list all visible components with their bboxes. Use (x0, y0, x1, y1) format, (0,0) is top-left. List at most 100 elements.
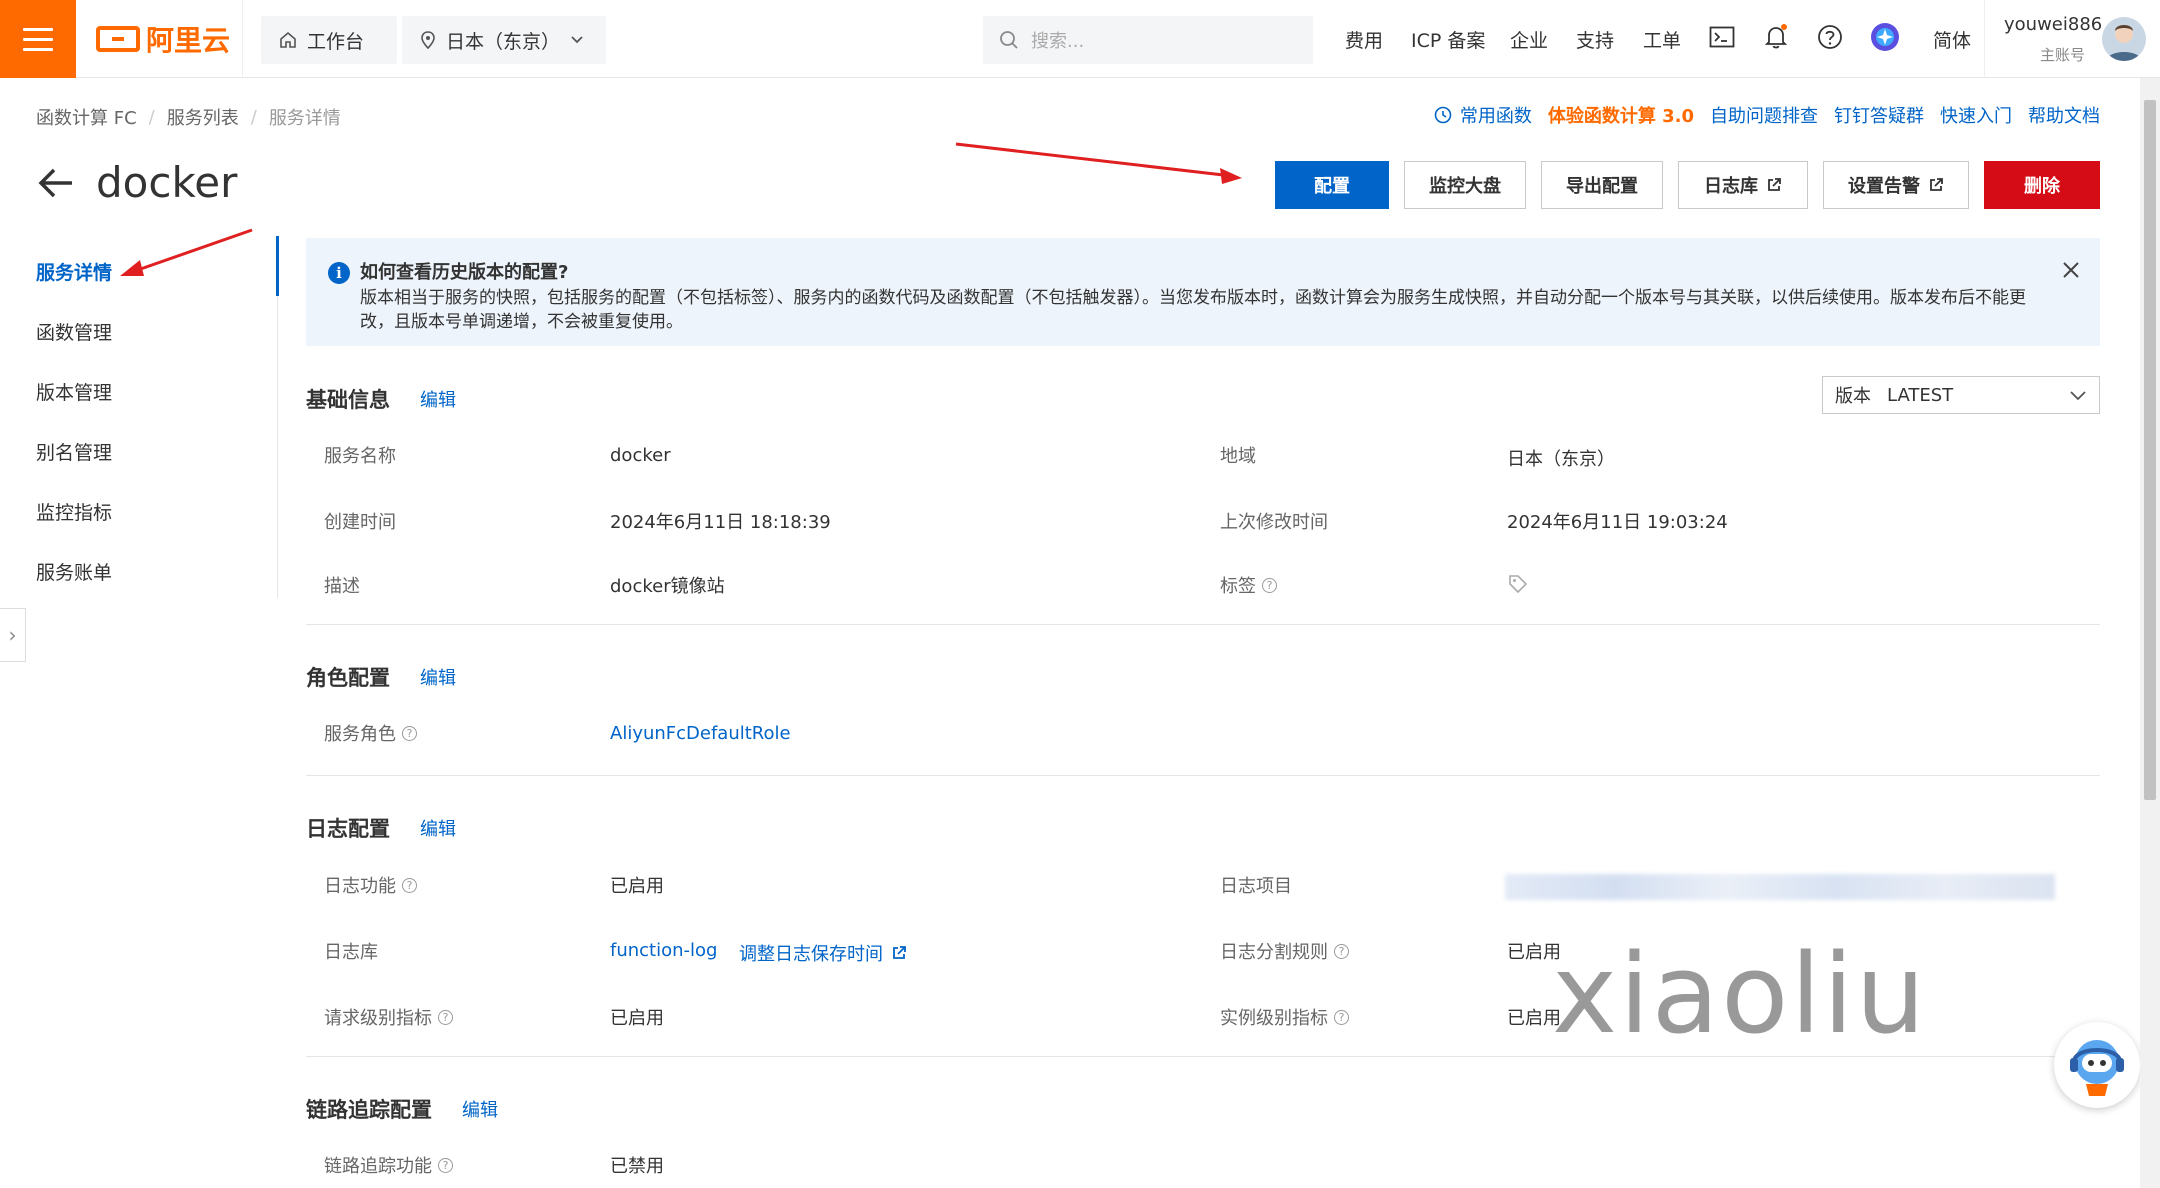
nav-link-icp[interactable]: ICP 备案 (1411, 26, 1485, 53)
ai-assistant-icon[interactable] (1870, 22, 1900, 52)
adjust-log-retention-link[interactable]: 调整日志保存时间 (739, 940, 907, 966)
breadcrumb-separator: / (250, 106, 257, 128)
external-link-icon (1930, 178, 1943, 191)
common-functions-link[interactable]: 常用函数 (1434, 102, 1532, 128)
help-tooltip-icon[interactable]: ? (402, 725, 417, 741)
watermark-text: xiaoliu (1552, 930, 1928, 1058)
service-role-link[interactable]: AliyunFcDefaultRole (610, 723, 791, 744)
log-project-value-redacted (1505, 874, 2055, 900)
logstore-link[interactable]: function-log (610, 940, 717, 961)
back-arrow-icon[interactable] (36, 166, 76, 207)
nav-link-enterprise[interactable]: 企业 (1510, 26, 1548, 53)
help-tooltip-icon[interactable]: ? (1334, 1009, 1349, 1025)
quick-links: 常用函数 体验函数计算 3.0 自助问题排查 钉钉答疑群 快速入门 帮助文档 (1434, 102, 2100, 128)
sidebar-item-function-management[interactable]: 函数管理 (36, 318, 112, 345)
help-tooltip-icon[interactable]: ? (1334, 943, 1349, 959)
trace-feature-value: 已禁用 (610, 1156, 664, 1177)
active-indicator (276, 236, 279, 296)
config-button-label: 配置 (1314, 176, 1350, 197)
account-type: 主账号 (2040, 46, 2086, 64)
edit-basic-info-link[interactable]: 编辑 (420, 386, 456, 412)
scrollbar-thumb[interactable] (2144, 100, 2156, 800)
breadcrumb-separator: / (148, 106, 155, 128)
hamburger-menu-icon[interactable] (0, 0, 76, 78)
monitor-dashboard-button[interactable]: 监控大盘 (1404, 161, 1526, 209)
try-fc3-link[interactable]: 体验函数计算 3.0 (1548, 102, 1694, 128)
breadcrumb-fc[interactable]: 函数计算 FC (36, 104, 137, 130)
sidebar-collapse-toggle[interactable]: › (0, 608, 26, 662)
delete-button-label: 删除 (2024, 176, 2060, 197)
created-time-value: 2024年6月11日 18:18:39 (610, 512, 831, 533)
instance-metrics-label-text: 实例级别指标 (1220, 1008, 1328, 1029)
annotation-arrow-icon (955, 142, 1242, 184)
nav-link-support[interactable]: 支持 (1576, 26, 1614, 53)
breadcrumb-service-list[interactable]: 服务列表 (167, 104, 239, 130)
created-time-label: 创建时间 (324, 512, 396, 533)
sidebar-item-alias-management[interactable]: 别名管理 (36, 438, 112, 465)
alert-body: 版本相当于服务的快照，包括服务的配置（不包括标签）、服务内的函数代码及函数配置（… (360, 288, 2026, 332)
help-circle-icon[interactable] (1815, 22, 1845, 52)
user-name[interactable]: youwei886 (2004, 14, 2102, 35)
self-check-link[interactable]: 自助问题排查 (1710, 102, 1818, 128)
service-role-label-text: 服务角色 (324, 724, 396, 745)
delete-button[interactable]: 删除 (1984, 161, 2100, 209)
help-docs-link[interactable]: 帮助文档 (2028, 102, 2100, 128)
logstore-button-label: 日志库 (1704, 176, 1758, 197)
dingtalk-group-link[interactable]: 钉钉答疑群 (1834, 102, 1924, 128)
workbench-label: 工作台 (307, 30, 365, 53)
service-name-value: docker (610, 445, 671, 466)
home-icon (280, 31, 296, 48)
nav-link-billing[interactable]: 费用 (1345, 26, 1383, 53)
export-config-button[interactable]: 导出配置 (1541, 161, 1663, 209)
aliyun-logo-icon (96, 26, 140, 52)
info-icon: i (328, 262, 350, 284)
aliyun-logo[interactable]: 阿里云 (96, 22, 231, 57)
help-tooltip-icon[interactable]: ? (438, 1009, 453, 1025)
service-role-label: 服务角色 ? (324, 720, 417, 746)
workbench-button[interactable]: 工作台 (261, 16, 397, 64)
config-button[interactable]: 配置 (1275, 161, 1389, 209)
page-scrollbar[interactable] (2140, 78, 2160, 1188)
nav-link-ticket[interactable]: 工单 (1643, 26, 1681, 53)
log-feature-label-text: 日志功能 (324, 876, 396, 897)
logstore-label: 日志库 (324, 942, 378, 963)
support-assistant-icon[interactable] (2054, 1022, 2140, 1108)
language-switch[interactable]: 简体 (1933, 26, 1971, 53)
tag-icon[interactable] (1508, 574, 1528, 599)
sidebar-item-service-billing[interactable]: 服务账单 (36, 558, 112, 585)
avatar[interactable] (2102, 17, 2146, 61)
help-tooltip-icon[interactable]: ? (402, 877, 417, 893)
alarm-button-label: 设置告警 (1848, 176, 1920, 197)
help-tooltip-icon[interactable]: ? (1262, 577, 1277, 593)
search-placeholder: 搜索... (1031, 31, 1085, 52)
brand-name: 阿里云 (146, 24, 231, 57)
edit-trace-config-link[interactable]: 编辑 (462, 1096, 498, 1122)
close-icon[interactable] (2062, 256, 2080, 286)
log-split-rule-label: 日志分割规则 ? (1220, 938, 1349, 964)
alert-title: 如何查看历史版本的配置? (360, 262, 569, 283)
section-title-basic-info: 基础信息 (306, 388, 390, 412)
region-selector[interactable]: 日本（东京） (402, 16, 606, 64)
instance-metrics-label: 实例级别指标 ? (1220, 1004, 1349, 1030)
version-select[interactable]: 版本 LATEST (1822, 376, 2100, 414)
divider (242, 0, 243, 78)
bell-icon[interactable] (1761, 22, 1791, 52)
external-link-icon (1768, 178, 1781, 191)
search-input[interactable]: 搜索... (983, 16, 1313, 64)
edit-log-config-link[interactable]: 编辑 (420, 815, 456, 841)
sidebar-item-version-management[interactable]: 版本管理 (36, 378, 112, 405)
tags-label-text: 标签 (1220, 576, 1256, 597)
breadcrumb-service-detail: 服务详情 (268, 108, 341, 129)
logstore-button[interactable]: 日志库 (1678, 161, 1808, 209)
common-functions-label: 常用函数 (1459, 106, 1532, 127)
sidebar-item-service-detail[interactable]: 服务详情 (36, 258, 112, 285)
set-alarm-button[interactable]: 设置告警 (1823, 161, 1969, 209)
help-tooltip-icon[interactable]: ? (438, 1157, 453, 1173)
region-label: 日本（东京） (446, 30, 561, 53)
section-divider (306, 775, 2100, 776)
trace-feature-label-text: 链路追踪功能 (324, 1156, 432, 1177)
sidebar-item-monitoring-metrics[interactable]: 监控指标 (36, 498, 112, 525)
quick-start-link[interactable]: 快速入门 (1940, 102, 2012, 128)
terminal-icon[interactable] (1707, 22, 1737, 52)
edit-role-config-link[interactable]: 编辑 (420, 664, 456, 690)
